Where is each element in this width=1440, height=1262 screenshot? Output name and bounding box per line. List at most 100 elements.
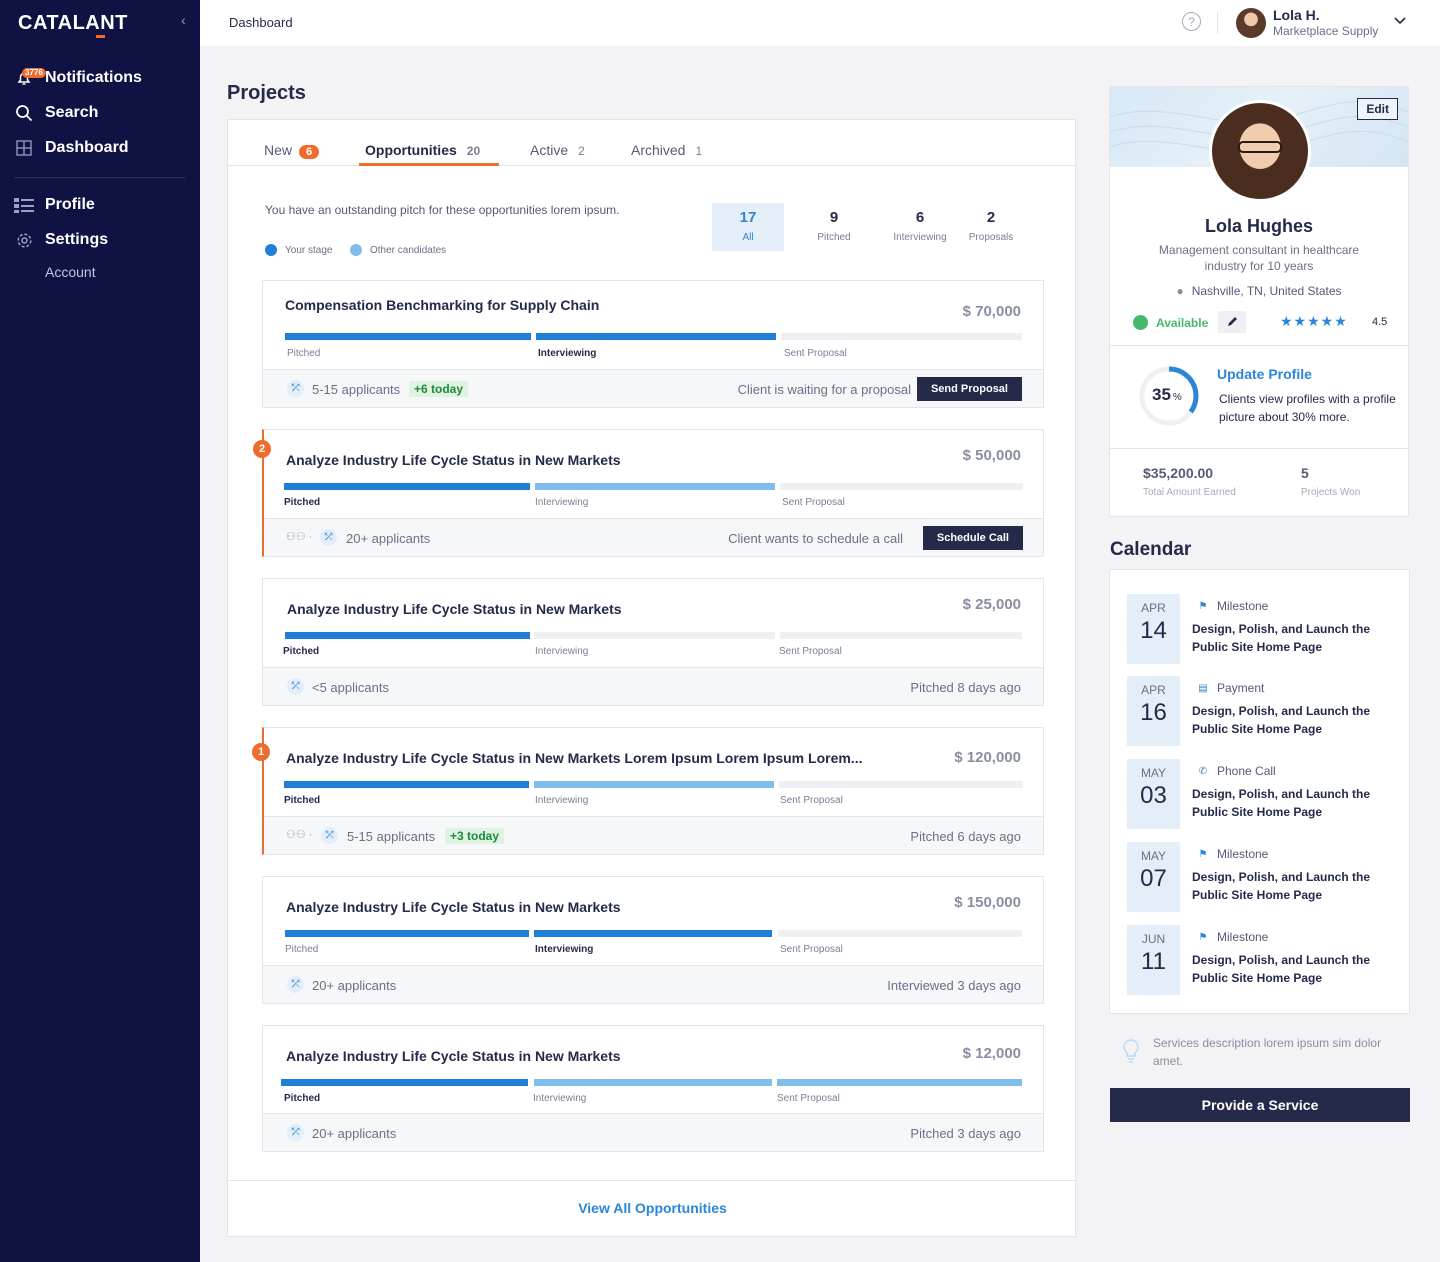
opportunity-title[interactable]: Analyze Industry Life Cycle Status in Ne… <box>286 899 621 915</box>
applicants-count: 5-15 applicants <box>347 829 436 844</box>
applicants-count: 5-15 applicants <box>312 382 401 397</box>
total-earned-value: $35,200.00 <box>1143 465 1214 481</box>
send-proposal-button[interactable]: Send Proposal <box>916 377 1022 401</box>
calendar-event[interactable]: APR 16 ▤ Payment Design, Polish, and Launc… <box>1127 676 1397 746</box>
filter-count: 2 <box>986 209 996 226</box>
lightbulb-icon <box>1123 1039 1139 1063</box>
sidebar-item-label: Search <box>45 104 99 121</box>
today-badge: +6 today <box>409 381 469 397</box>
collapse-sidebar-icon[interactable]: ‹ <box>181 12 186 28</box>
calendar-event[interactable]: MAY 03 ✆ Phone Call Design, Polish, and La… <box>1127 759 1397 829</box>
sidebar-item-label: Dashboard <box>45 139 129 156</box>
stage-bar-sent <box>780 483 1023 490</box>
tab-opportunities[interactable]: Opportunities 20 <box>365 142 480 158</box>
event-title[interactable]: Design, Polish, and Launch the Public Si… <box>1192 702 1392 738</box>
flag-icon: ⚑ <box>1198 600 1208 612</box>
pencil-icon[interactable] <box>1218 311 1246 333</box>
filter-pitched[interactable]: 9 Pitched <box>798 203 870 251</box>
sidebar-item-settings[interactable]: Settings <box>14 228 108 252</box>
filter-count: 6 <box>915 209 925 226</box>
profile-card: Edit Lola Hughes Management consultant i… <box>1109 86 1409 517</box>
stage-bar-interviewing <box>534 1079 772 1086</box>
activity-icon: ⤱ <box>287 678 304 695</box>
activity-icon: ⤱ <box>321 827 338 844</box>
event-title[interactable]: Design, Polish, and Launch the Public Si… <box>1192 868 1392 904</box>
services-description: Services description lorem ipsum sim dol… <box>1153 1036 1382 1068</box>
location-text: Nashville, TN, United States <box>1191 284 1342 298</box>
logo-accent <box>96 35 105 38</box>
event-title[interactable]: Design, Polish, and Launch the Public Si… <box>1192 785 1392 821</box>
star-rating-icon: ★★★★★ <box>1280 313 1348 329</box>
schedule-call-button[interactable]: Schedule Call <box>922 526 1023 550</box>
profile-photo[interactable] <box>1209 100 1311 202</box>
status-note: Client is waiting for a proposal <box>737 382 911 397</box>
stage-label-pitched: Pitched <box>285 944 319 955</box>
tab-new[interactable]: New 6 <box>264 142 320 159</box>
sidebar-item-search[interactable]: Search <box>14 101 98 125</box>
user-name[interactable]: Lola H. <box>1273 7 1320 23</box>
opportunity-title[interactable]: Analyze Industry Life Cycle Status in Ne… <box>286 750 862 766</box>
opportunity-card[interactable]: Analyze Industry Life Cycle Status in Ne… <box>262 727 1044 855</box>
opportunity-title[interactable]: Analyze Industry Life Cycle Status in Ne… <box>286 1048 621 1064</box>
opportunity-card[interactable]: Analyze Industry Life Cycle Status in Ne… <box>262 429 1044 557</box>
event-date: APR 14 <box>1127 594 1180 664</box>
card-footer: ⤱ 20+ applicants Pitched 3 days ago <box>263 1113 1043 1151</box>
tab-label: New <box>264 142 293 158</box>
opportunity-title[interactable]: Analyze Industry Life Cycle Status in Ne… <box>286 452 621 468</box>
stage-progress <box>285 333 1022 340</box>
tab-active[interactable]: Active 2 <box>530 142 585 158</box>
sidebar-item-profile[interactable]: Profile <box>14 193 95 217</box>
provide-service-button[interactable]: Provide a Service <box>1110 1088 1410 1122</box>
calendar-event[interactable]: MAY 07 ⚑ Milestone Design, Polish, and Lau… <box>1127 842 1397 912</box>
event-month: JUN <box>1141 932 1166 946</box>
event-type-label: Milestone <box>1217 599 1269 613</box>
stage-bar-pitched <box>284 483 530 490</box>
opportunity-card[interactable]: Analyze Industry Life Cycle Status in Ne… <box>262 1025 1044 1152</box>
sidebar-item-dashboard[interactable]: Dashboard <box>14 136 129 160</box>
stage-label-pitched: Pitched <box>284 795 321 806</box>
view-all-opportunities-link[interactable]: View All Opportunities <box>228 1200 1077 1216</box>
filter-all[interactable]: 17 All <box>712 203 784 251</box>
status-note: Client wants to schedule a call <box>728 531 903 546</box>
tab-archived[interactable]: Archived 1 <box>631 142 702 158</box>
filter-proposals[interactable]: 2 Proposals <box>955 203 1027 251</box>
availability-dot <box>1133 315 1148 330</box>
profile-divider <box>1110 448 1408 449</box>
event-date: APR 16 <box>1127 676 1180 746</box>
opportunity-amount: $ 120,000 <box>954 749 1021 766</box>
sidebar-item-account[interactable]: Account <box>45 264 96 280</box>
event-month: APR <box>1141 601 1166 615</box>
opportunity-title[interactable]: Analyze Industry Life Cycle Status in Ne… <box>287 601 622 617</box>
event-date: JUN 11 <box>1127 925 1180 995</box>
activity-icon: ⤱ <box>320 529 337 546</box>
filter-interviewing[interactable]: 6 Interviewing <box>884 203 956 251</box>
legend-dot <box>265 244 277 256</box>
opportunities-description: You have an outstanding pitch for these … <box>265 203 620 217</box>
stage-bar-interviewing <box>535 483 775 490</box>
stage-bar-interviewing <box>536 333 776 340</box>
opportunity-card[interactable]: Analyze Industry Life Cycle Status in Ne… <box>262 876 1044 1004</box>
avatar[interactable] <box>1236 8 1266 38</box>
completion-percent: 35% <box>1152 385 1182 405</box>
calendar-event[interactable]: APR 14 ⚑ Milestone Design, Polish, and Lau… <box>1127 594 1397 664</box>
stage-label-pitched: Pitched <box>287 348 321 359</box>
catalant-logo[interactable]: CATALANT <box>18 12 128 35</box>
event-title[interactable]: Design, Polish, and Launch the Public Si… <box>1192 951 1392 987</box>
legend-dot <box>350 244 362 256</box>
opportunity-card[interactable]: Compensation Benchmarking for Supply Cha… <box>262 280 1044 408</box>
update-profile-link[interactable]: Update Profile <box>1217 366 1312 382</box>
applicants-count: 20+ applicants <box>312 1126 397 1141</box>
stage-bar-sent <box>777 1079 1022 1086</box>
event-month: APR <box>1141 683 1166 697</box>
calendar-event[interactable]: JUN 11 ⚑ Milestone Design, Polish, and Lau… <box>1127 925 1397 995</box>
opportunity-title[interactable]: Compensation Benchmarking for Supply Cha… <box>285 297 599 313</box>
chevron-down-icon[interactable] <box>1394 14 1406 28</box>
opportunity-amount: $ 12,000 <box>962 1045 1021 1062</box>
legend-other-candidates: Other candidates <box>350 244 446 256</box>
edit-profile-button[interactable]: Edit <box>1357 98 1398 120</box>
event-title[interactable]: Design, Polish, and Launch the Public Si… <box>1192 620 1392 656</box>
priority-badge: 1 <box>252 743 270 761</box>
opportunity-card[interactable]: Analyze Industry Life Cycle Status in Ne… <box>262 578 1044 706</box>
help-icon[interactable]: ? <box>1182 12 1201 31</box>
project-tabs: New 6 Opportunities 20 Active 2 Archived 1 <box>228 120 1077 166</box>
